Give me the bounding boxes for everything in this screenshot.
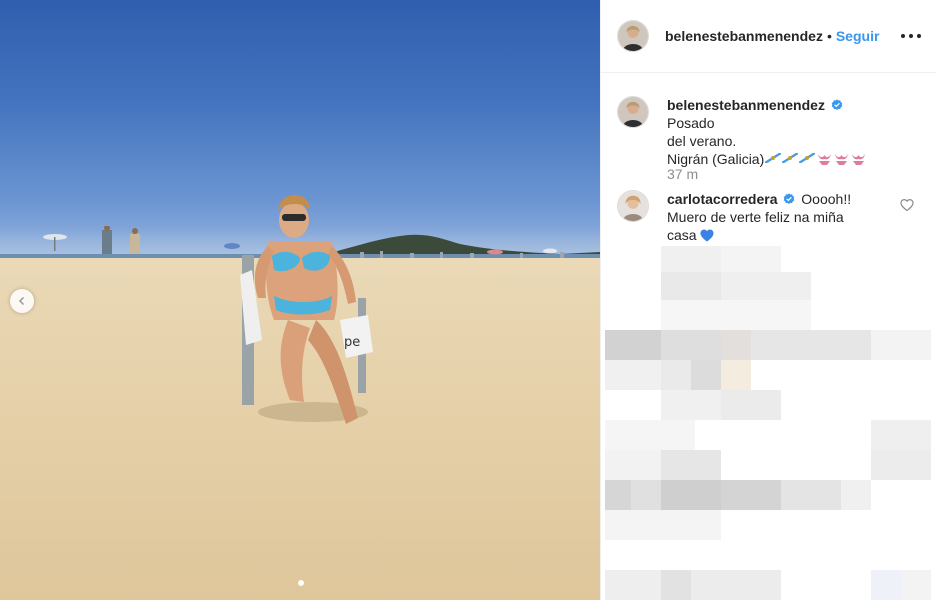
comment-text: carlotacorredera Ooooh!! Muero de verte … <box>667 190 887 244</box>
follow-button[interactable]: Seguir <box>836 28 880 44</box>
avatar-image <box>618 191 648 221</box>
carousel-prev-button[interactable] <box>10 289 34 313</box>
caption-line-2: del verano. <box>667 133 737 149</box>
carousel-dot <box>298 580 304 586</box>
comment-line-1: Ooooh!! <box>801 191 852 207</box>
comment-line-2: Muero de verte feliz na miña <box>667 209 844 225</box>
post-caption: belenestebanmenendez Posado del verano. … <box>617 96 921 168</box>
post-photo[interactable]: pe <box>0 0 600 600</box>
verified-badge-icon <box>784 193 795 204</box>
post-header: belenestebanmenendez • Seguir <box>601 0 936 73</box>
comment-line-3: casa <box>667 227 697 243</box>
chevron-left-icon <box>18 296 25 306</box>
heart-outline-icon[interactable] <box>900 198 914 212</box>
caption-line-3: Nigrán (Galicia) <box>667 151 765 167</box>
galicia-flag-emoji <box>782 153 799 163</box>
galicia-flag-emoji <box>799 153 816 163</box>
more-options-icon[interactable] <box>901 28 921 44</box>
caption-username[interactable]: belenestebanmenendez <box>667 97 825 113</box>
author-username[interactable]: belenestebanmenendez <box>665 28 823 44</box>
separator-dot: • <box>826 28 832 44</box>
carousel-indicator <box>298 580 304 586</box>
blue-heart-emoji <box>700 229 714 242</box>
bikini-emoji <box>835 154 849 165</box>
post-side-panel: belenestebanmenendez • Seguir belenesteb… <box>600 0 936 600</box>
commenter-username[interactable]: carlotacorredera <box>667 191 778 207</box>
svg-text:pe: pe <box>344 335 360 350</box>
post-timestamp[interactable]: 37 m <box>667 166 698 182</box>
commenter-avatar[interactable] <box>617 190 649 222</box>
caption-text: belenestebanmenendez Posado del verano. … <box>667 96 887 168</box>
caption-line-1: Posado <box>667 115 715 131</box>
avatar-image <box>618 21 648 51</box>
author-avatar[interactable] <box>617 20 649 52</box>
bikini-emoji <box>852 154 866 165</box>
comment-item: carlotacorredera Ooooh!! Muero de verte … <box>617 190 921 244</box>
avatar-image <box>618 97 648 127</box>
photo-subject: pe <box>240 195 373 424</box>
bikini-emoji <box>818 154 832 165</box>
caption-avatar[interactable] <box>617 96 649 128</box>
verified-badge-icon <box>831 99 843 110</box>
pixelated-comments <box>605 246 936 600</box>
galicia-flag-emoji <box>765 153 782 163</box>
